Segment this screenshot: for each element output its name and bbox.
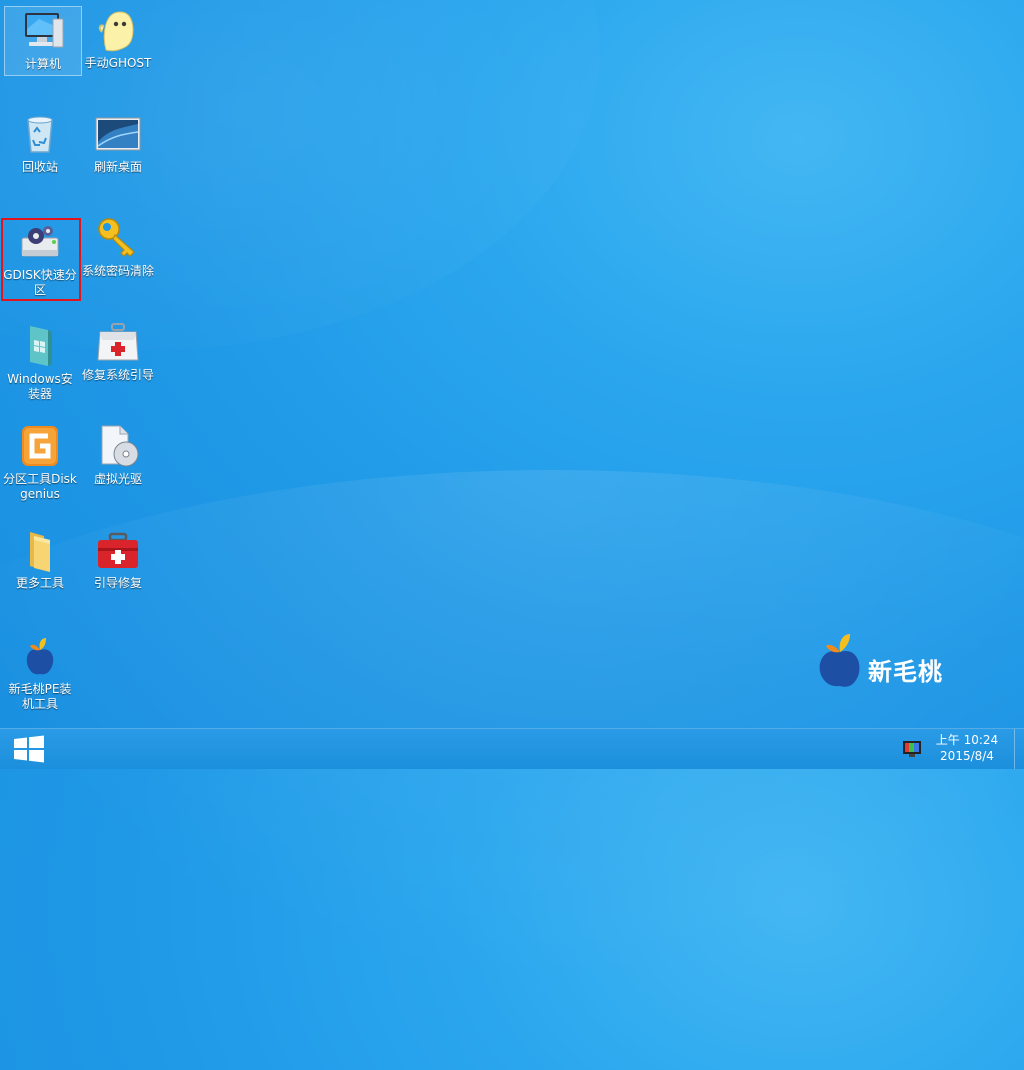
desktop-icon-gdisk[interactable]: GDISK快速分区 [2,218,78,298]
ghost-icon [94,6,142,54]
show-desktop-button[interactable] [1014,729,1024,769]
key-icon [94,214,142,262]
brand-logo: 新毛桃 [816,630,966,692]
peach-logo-icon [819,634,860,687]
windows-start-icon [14,735,44,763]
desktop-icon-windows-installer[interactable]: Windows安装器 [2,322,78,402]
virtual-drive-icon [94,422,142,470]
icon-label: 系统密码清除 [81,264,154,278]
gdisk-icon [16,218,64,266]
taskbar: 上午 10:24 2015/8/4 [0,728,1024,769]
computer-icon [19,7,67,55]
icon-label: 刷新桌面 [93,160,142,174]
system-clock[interactable]: 上午 10:24 2015/8/4 [930,732,1004,764]
desktop-icon-diskgenius[interactable]: 分区工具Diskgenius [2,422,78,502]
brand-text: 新毛桃 [868,658,943,686]
folder-icon [16,526,64,574]
icon-label: 手动GHOST [84,56,152,70]
icon-label: 分区工具Diskgenius [3,472,77,501]
peach-installer-icon [16,632,64,680]
desktop-icon-boot-repair[interactable]: 引导修复 [80,526,156,591]
icon-label: 虚拟光驱 [93,472,142,486]
icon-label: 计算机 [24,57,61,71]
icon-label: 引导修复 [93,576,142,590]
monitor-color-icon [903,741,921,757]
red-toolbox-icon [94,526,142,574]
desktop-icon-pe-installer[interactable]: 新毛桃PE装机工具 [2,632,78,712]
icon-label: GDISK快速分区 [3,268,77,297]
first-aid-kit-icon [94,318,142,366]
desktop-icon-computer[interactable]: 计算机 [4,6,82,76]
desktop-icon-password-clear[interactable]: 系统密码清除 [80,214,156,279]
icon-label: 更多工具 [15,576,64,590]
desktop-icon-refresh-desktop[interactable]: 刷新桌面 [80,110,156,175]
desktop-icon-more-tools[interactable]: 更多工具 [2,526,78,591]
icon-label: 回收站 [21,160,58,174]
desktop: 计算机 回收站 GDISK快速分区 Windows安装器 分区工具Diskgen… [0,0,1024,728]
desktop-icon-manual-ghost[interactable]: 手动GHOST [80,6,156,71]
clock-date: 2015/8/4 [940,749,994,763]
start-button[interactable] [8,733,56,765]
tray-monitor-icon[interactable] [900,737,924,761]
windows-installer-icon [16,322,64,370]
icon-label: 修复系统引导 [81,368,154,382]
desktop-icon-repair-boot[interactable]: 修复系统引导 [80,318,156,383]
desktop-icon-recycle-bin[interactable]: 回收站 [2,110,78,175]
icon-label: 新毛桃PE装机工具 [8,682,72,711]
recycle-bin-icon [16,110,64,158]
icon-label: Windows安装器 [7,372,73,401]
refresh-desktop-icon [94,110,142,158]
diskgenius-icon [16,422,64,470]
desktop-icon-virtual-drive[interactable]: 虚拟光驱 [80,422,156,487]
clock-time: 上午 10:24 [935,733,999,747]
